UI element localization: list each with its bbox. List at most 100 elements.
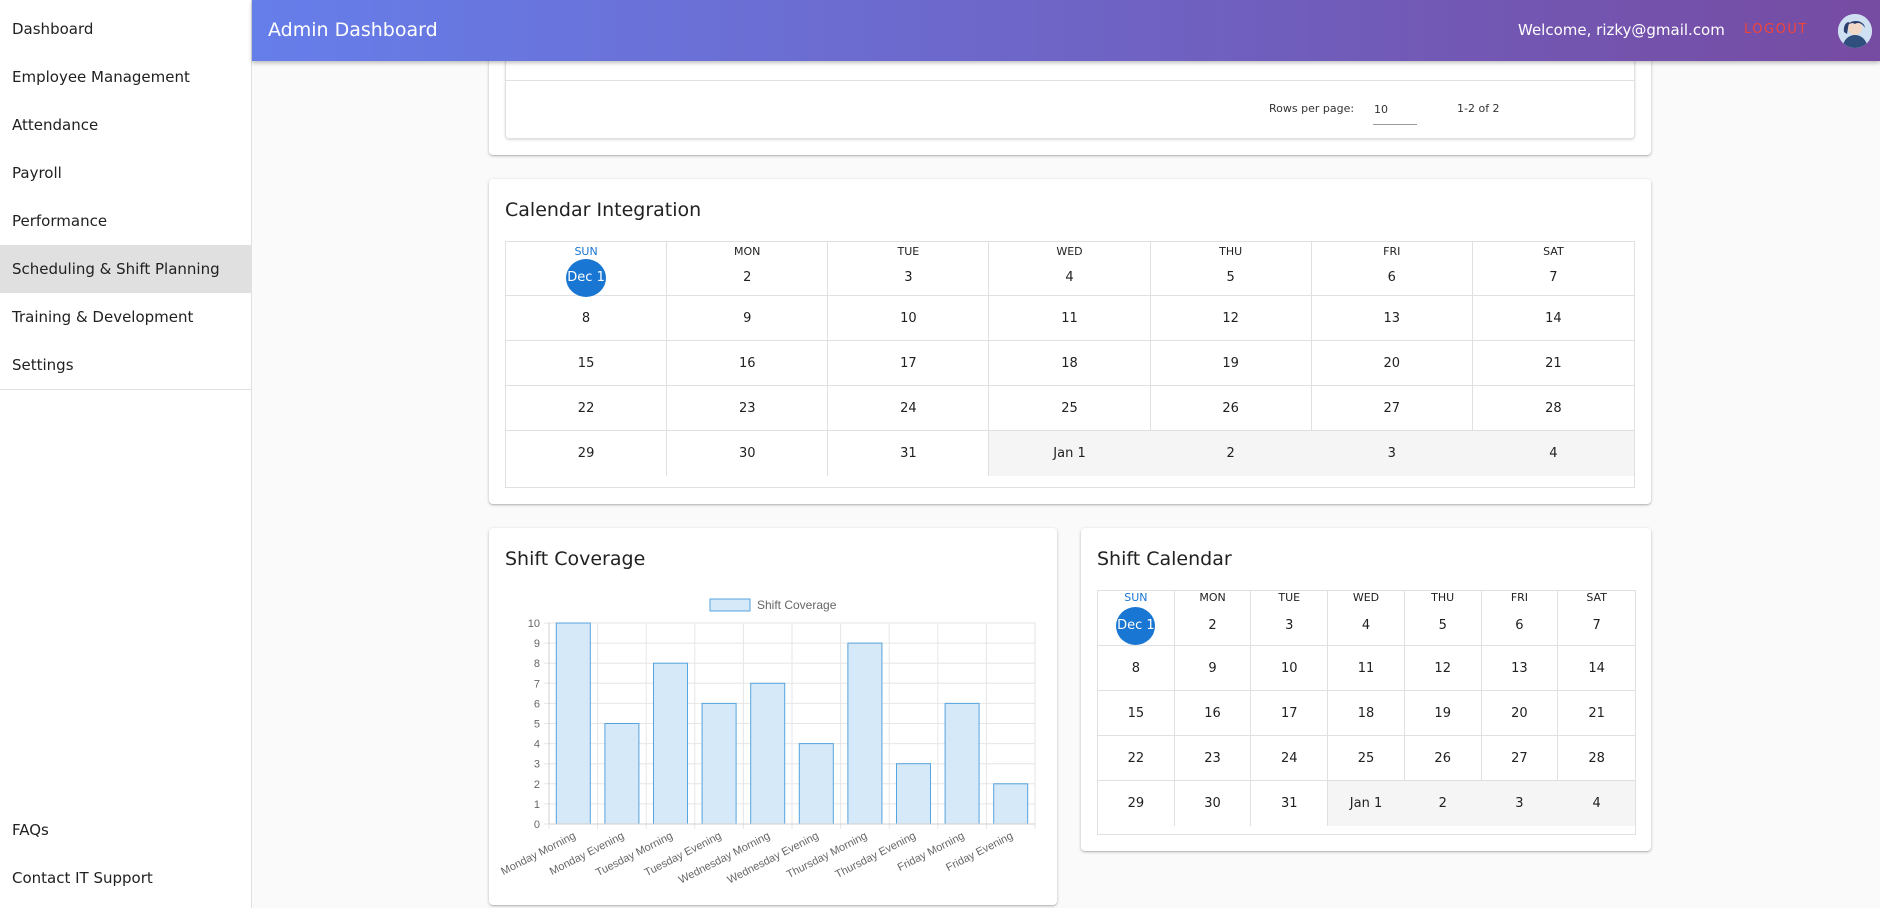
sidebar-item-attendance[interactable]: Attendance bbox=[0, 101, 251, 149]
calendar-day[interactable]: 6 bbox=[1481, 606, 1559, 646]
today-marker[interactable]: Dec 1 bbox=[566, 258, 607, 297]
calendar-day[interactable]: 19 bbox=[1150, 341, 1312, 386]
calendar-day[interactable]: 22 bbox=[506, 386, 668, 431]
calendar-day[interactable]: 11 bbox=[1328, 646, 1405, 691]
calendar-day[interactable]: 28 bbox=[1558, 736, 1635, 781]
calendar-day[interactable]: 27 bbox=[1311, 386, 1473, 431]
calendar-day[interactable]: Dec 1 bbox=[1098, 606, 1175, 646]
calendar-day[interactable]: 4 bbox=[1472, 431, 1634, 476]
shift-coverage-chart: 012345678910Monday MorningMonday Evening… bbox=[499, 598, 1036, 886]
calendar-day[interactable]: Jan 1 bbox=[1328, 781, 1405, 826]
calendar-day[interactable]: 5 bbox=[1150, 260, 1312, 296]
calendar-day[interactable]: 12 bbox=[1404, 646, 1482, 691]
calendar-day[interactable]: 25 bbox=[1328, 736, 1405, 781]
calendar-day[interactable]: 25 bbox=[989, 386, 1151, 431]
calendar-day[interactable]: 28 bbox=[1472, 386, 1634, 431]
x-tick-label: Thursday Evening bbox=[833, 830, 917, 881]
calendar-day[interactable]: 2 bbox=[1174, 606, 1252, 646]
calendar-day[interactable]: 16 bbox=[1174, 691, 1252, 736]
calendar-day[interactable]: 24 bbox=[828, 386, 990, 431]
sidebar-item-scheduling[interactable]: Scheduling & Shift Planning bbox=[0, 245, 251, 293]
sidebar-item-dashboard[interactable]: Dashboard bbox=[0, 5, 251, 53]
calendar-day[interactable]: Dec 1 bbox=[506, 258, 668, 297]
calendar-day[interactable]: 9 bbox=[667, 296, 829, 341]
calendar-day[interactable]: 2 bbox=[667, 260, 829, 296]
calendar-day[interactable]: 21 bbox=[1472, 341, 1634, 386]
calendar-day[interactable]: 23 bbox=[1174, 736, 1252, 781]
calendar-day[interactable]: 3 bbox=[1481, 781, 1559, 826]
logout-button[interactable]: LOGOUT bbox=[1744, 0, 1808, 60]
calendar-day[interactable]: 15 bbox=[1098, 691, 1175, 736]
y-tick-label: 0 bbox=[534, 819, 540, 831]
calendar-day[interactable]: 14 bbox=[1558, 646, 1635, 691]
y-tick-label: 9 bbox=[534, 638, 540, 650]
calendar-day[interactable]: 27 bbox=[1481, 736, 1559, 781]
calendar-day[interactable]: 13 bbox=[1481, 646, 1559, 691]
calendar-day[interactable]: 9 bbox=[1174, 646, 1252, 691]
calendar-day[interactable]: 19 bbox=[1404, 691, 1482, 736]
sidebar-item-training[interactable]: Training & Development bbox=[0, 293, 251, 341]
calendar-day[interactable]: 4 bbox=[1328, 606, 1405, 646]
user-avatar-icon[interactable] bbox=[1838, 14, 1872, 48]
weekday-header: WED bbox=[1328, 591, 1405, 606]
calendar-day[interactable]: 20 bbox=[1311, 341, 1473, 386]
calendar-day[interactable]: 14 bbox=[1472, 296, 1634, 341]
calendar-day[interactable]: 13 bbox=[1311, 296, 1473, 341]
calendar-day[interactable]: 29 bbox=[1098, 781, 1175, 826]
calendar-day[interactable]: 30 bbox=[1175, 781, 1252, 826]
calendar-day[interactable]: 21 bbox=[1558, 691, 1635, 736]
calendar-day[interactable]: 11 bbox=[989, 296, 1151, 341]
calendar-day[interactable]: 30 bbox=[667, 431, 829, 476]
weekday-header: THU bbox=[1405, 591, 1482, 606]
calendar-day[interactable]: 6 bbox=[1311, 260, 1473, 296]
y-tick-label: 5 bbox=[534, 719, 540, 731]
calendar-day[interactable]: 8 bbox=[506, 296, 668, 341]
calendar-day[interactable]: 4 bbox=[989, 260, 1151, 296]
sidebar-item-performance[interactable]: Performance bbox=[0, 197, 251, 245]
calendar-day[interactable]: 2 bbox=[1404, 781, 1482, 826]
sidebar-item-payroll[interactable]: Payroll bbox=[0, 149, 251, 197]
calendar-day[interactable]: 17 bbox=[828, 341, 990, 386]
calendar-day[interactable]: 22 bbox=[1098, 736, 1175, 781]
calendar-day[interactable]: Jan 1 bbox=[989, 431, 1151, 476]
calendar-day[interactable]: 20 bbox=[1481, 691, 1559, 736]
welcome-text: Welcome, rizky@gmail.com bbox=[1518, 21, 1725, 39]
sidebar-item-settings[interactable]: Settings bbox=[0, 341, 251, 389]
sidebar-item-faqs[interactable]: FAQs bbox=[0, 806, 251, 854]
calendar-day[interactable]: 12 bbox=[1150, 296, 1312, 341]
weekday-header: FRI bbox=[1312, 242, 1473, 260]
calendar-day[interactable]: 10 bbox=[1251, 646, 1329, 691]
calendar-day[interactable]: 3 bbox=[1251, 606, 1329, 646]
calendar-day[interactable]: 31 bbox=[1251, 781, 1329, 826]
calendar-day[interactable]: 7 bbox=[1558, 606, 1635, 646]
calendar-day[interactable]: 7 bbox=[1472, 260, 1634, 296]
today-marker[interactable]: Dec 1 bbox=[1116, 606, 1156, 645]
sidebar-item-contact-it-support[interactable]: Contact IT Support bbox=[0, 854, 251, 902]
calendar-day[interactable]: 18 bbox=[989, 341, 1151, 386]
calendar-day[interactable]: 4 bbox=[1558, 781, 1635, 826]
calendar-day[interactable]: 15 bbox=[506, 341, 668, 386]
calendar-day[interactable]: 16 bbox=[667, 341, 829, 386]
y-tick-label: 10 bbox=[528, 618, 540, 630]
calendar-day[interactable]: 5 bbox=[1404, 606, 1482, 646]
sidebar-item-employee-management[interactable]: Employee Management bbox=[0, 53, 251, 101]
calendar-day[interactable]: 8 bbox=[1098, 646, 1175, 691]
calendar-day[interactable]: 10 bbox=[828, 296, 990, 341]
calendar-day[interactable]: 2 bbox=[1150, 431, 1312, 476]
calendar-day[interactable]: 23 bbox=[667, 386, 829, 431]
calendar-day[interactable]: 17 bbox=[1251, 691, 1329, 736]
shift-calendar-card: Shift Calendar SUN MON TUE WED THU FRI SAT Dec … bbox=[1081, 528, 1651, 851]
calendar-day[interactable]: 18 bbox=[1328, 691, 1405, 736]
sidebar-bottom-nav: FAQs Contact IT Support bbox=[0, 806, 251, 902]
calendar-day[interactable]: 29 bbox=[506, 431, 668, 476]
calendar-day[interactable]: 3 bbox=[828, 260, 990, 296]
calendar-day[interactable]: 24 bbox=[1251, 736, 1329, 781]
calendar-day[interactable]: 26 bbox=[1404, 736, 1482, 781]
calendar-day[interactable]: 3 bbox=[1311, 431, 1473, 476]
rows-per-page-select[interactable]: 10 bbox=[1373, 103, 1417, 125]
calendar-day[interactable]: 26 bbox=[1150, 386, 1312, 431]
calendar-day[interactable]: 31 bbox=[828, 431, 990, 476]
table-divider bbox=[506, 80, 1634, 81]
bar-2 bbox=[652, 662, 689, 825]
table-card: Rows per page: 10 1-2 of 2 bbox=[489, 45, 1651, 155]
